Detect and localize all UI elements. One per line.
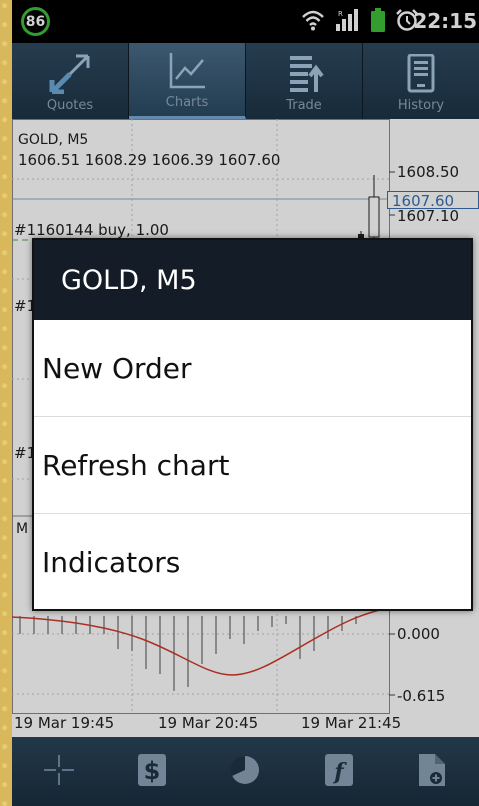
chart-context-menu: GOLD, M5 New Order Refresh chart Indicat… (32, 238, 473, 611)
menu-item-indicators[interactable]: Indicators (34, 514, 471, 611)
menu-item-refresh-chart[interactable]: Refresh chart (34, 417, 471, 514)
dialog-title: GOLD, M5 (34, 240, 471, 320)
menu-item-new-order[interactable]: New Order (34, 320, 471, 417)
device-screen: 86 R 22:15 Quotes Charts Trade History G… (12, 0, 479, 806)
